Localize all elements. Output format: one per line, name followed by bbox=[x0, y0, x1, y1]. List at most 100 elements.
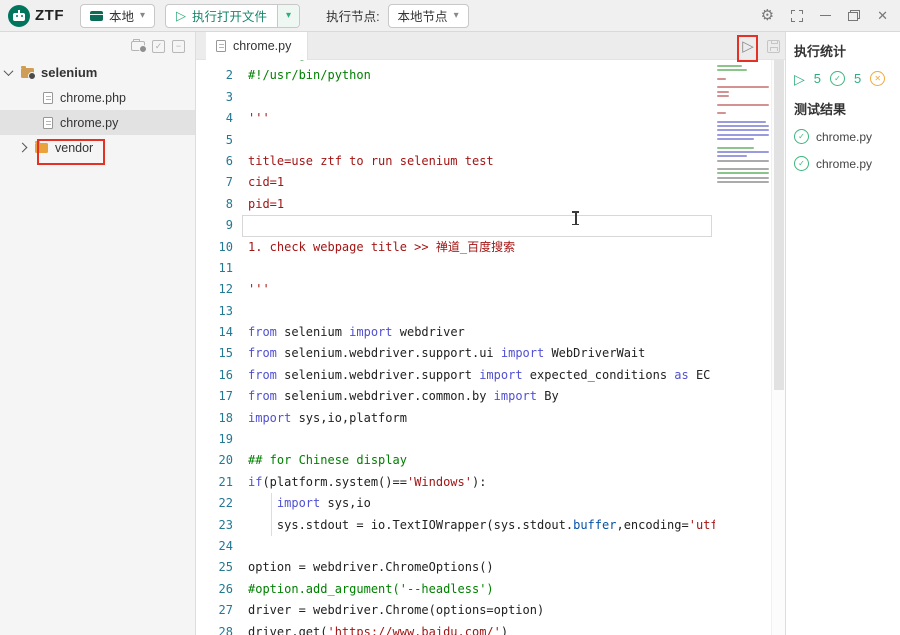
app-logo: ZTF bbox=[8, 5, 64, 27]
run-current-file-button[interactable]: ▷ bbox=[739, 39, 757, 54]
minimap-line bbox=[717, 78, 726, 80]
code-line-6[interactable]: 6title=use ztf to run selenium test bbox=[196, 151, 785, 172]
code-line-9[interactable]: 9 bbox=[196, 215, 785, 236]
code-line-5[interactable]: 5 bbox=[196, 130, 785, 151]
run-count-icon: ▷ bbox=[794, 72, 805, 86]
robot-icon bbox=[8, 5, 30, 27]
line-number: 24 bbox=[196, 536, 233, 557]
minimap-line bbox=[717, 129, 769, 131]
line-number: 20 bbox=[196, 450, 233, 471]
chevron-down-icon: ▾ bbox=[286, 11, 291, 21]
exec-node-label: 执行节点: bbox=[326, 6, 379, 25]
line-number: 10 bbox=[196, 237, 233, 258]
check-square-icon[interactable]: ✓ bbox=[152, 40, 165, 53]
code-line-22[interactable]: 22 import sys,io bbox=[196, 493, 785, 514]
line-number: 28 bbox=[196, 622, 233, 635]
run-open-file-main[interactable]: ▷ 执行打开文件 bbox=[166, 5, 277, 27]
line-number: 4 bbox=[196, 108, 233, 129]
chevron-right-icon[interactable] bbox=[18, 143, 28, 153]
line-number: 25 bbox=[196, 557, 233, 578]
pass-count: 5 bbox=[854, 71, 861, 86]
tab-chrome-py[interactable]: chrome.py bbox=[206, 32, 308, 60]
folder-icon bbox=[21, 68, 34, 78]
node-dropdown[interactable]: 本地节点 ▾ bbox=[388, 4, 469, 28]
minimap-line bbox=[717, 86, 769, 88]
sidebar: ✓ − seleniumchrome.phpchrome.pyvendor bbox=[0, 32, 196, 635]
minimap-line bbox=[717, 104, 769, 106]
minimize-icon[interactable] bbox=[820, 15, 831, 17]
result-item[interactable]: ✓chrome.py bbox=[794, 156, 900, 171]
line-content: title=use ztf to run selenium test bbox=[248, 151, 494, 172]
sidebar-toolbar: ✓ − bbox=[0, 32, 195, 60]
line-content: sys.stdout = io.TextIOWrapper(sys.stdout… bbox=[248, 515, 739, 536]
workspace-box-icon bbox=[90, 11, 103, 21]
code-line-12[interactable]: 12''' bbox=[196, 279, 785, 300]
code-line-16[interactable]: 16from selenium.webdriver.support import… bbox=[196, 365, 785, 386]
code-line-25[interactable]: 25option = webdriver.ChromeOptions() bbox=[196, 557, 785, 578]
scrollbar-thumb[interactable] bbox=[774, 60, 784, 390]
results-title: 测试结果 bbox=[794, 99, 900, 118]
line-content: 1. check webpage title >> 禅道_百度搜索 bbox=[248, 237, 515, 258]
minimap-line bbox=[717, 74, 769, 76]
result-label: chrome.py bbox=[816, 130, 872, 144]
code-line-20[interactable]: 20## for Chinese display bbox=[196, 450, 785, 471]
chevron-down-icon: ▾ bbox=[454, 11, 459, 21]
minimap-line bbox=[717, 99, 769, 101]
code-line-19[interactable]: 19 bbox=[196, 429, 785, 450]
code-line-24[interactable]: 24 bbox=[196, 536, 785, 557]
stats-row: ▷ 5 ✓ 5 ✕ bbox=[794, 71, 900, 86]
settings-gear-icon[interactable]: ⚙ bbox=[761, 8, 774, 23]
fail-count-icon: ✕ bbox=[870, 71, 885, 86]
code-line-3[interactable]: 3 bbox=[196, 87, 785, 108]
run-options-dropdown[interactable]: ▾ bbox=[277, 5, 299, 27]
save-icon[interactable] bbox=[767, 40, 780, 53]
code-line-14[interactable]: 14from selenium import webdriver bbox=[196, 322, 785, 343]
collapse-all-icon[interactable]: − bbox=[172, 40, 185, 53]
minimap-line bbox=[717, 125, 769, 127]
workdir-settings-icon[interactable] bbox=[131, 41, 145, 51]
tree-item-chrome-php[interactable]: chrome.php bbox=[0, 85, 195, 110]
fullscreen-icon[interactable] bbox=[791, 10, 803, 22]
minimap-line bbox=[717, 177, 769, 179]
minimap-line bbox=[717, 117, 769, 119]
tree-item-vendor[interactable]: vendor bbox=[0, 135, 195, 160]
minimap[interactable] bbox=[715, 60, 771, 635]
run-open-file-button[interactable]: ▷ 执行打开文件 ▾ bbox=[165, 4, 300, 28]
code-line-7[interactable]: 7cid=1 bbox=[196, 172, 785, 193]
code-line-15[interactable]: 15from selenium.webdriver.support.ui imp… bbox=[196, 343, 785, 364]
titlebar: ZTF 本地 ▾ ▷ 执行打开文件 ▾ 执行节点: 本地节点 ▾ ⚙ ✕ bbox=[0, 0, 900, 32]
line-content: from selenium.webdriver.support.ui impor… bbox=[248, 343, 645, 364]
pass-count-icon: ✓ bbox=[830, 71, 845, 86]
minimap-line bbox=[717, 112, 726, 114]
code-line-23[interactable]: 23 sys.stdout = io.TextIOWrapper(sys.std… bbox=[196, 515, 785, 536]
code-line-28[interactable]: 28driver.get('https://www.baidu.com/') bbox=[196, 622, 785, 635]
code-line-26[interactable]: 26#option.add_argument('--headless') bbox=[196, 579, 785, 600]
minimap-line bbox=[717, 108, 769, 110]
code-line-10[interactable]: 10 1. check webpage title >> 禅道_百度搜索 bbox=[196, 237, 785, 258]
editor-scrollbar[interactable] bbox=[771, 60, 785, 635]
code-line-11[interactable]: 11 bbox=[196, 258, 785, 279]
result-item[interactable]: ✓chrome.py bbox=[794, 129, 900, 144]
restore-icon[interactable] bbox=[848, 10, 860, 21]
line-number: 27 bbox=[196, 600, 233, 621]
minimap-line bbox=[717, 151, 769, 153]
code-line-13[interactable]: 13 bbox=[196, 301, 785, 322]
code-line-2[interactable]: 2#!/usr/bin/python bbox=[196, 65, 785, 86]
ztf-app-window: ZTF 本地 ▾ ▷ 执行打开文件 ▾ 执行节点: 本地节点 ▾ ⚙ ✕ bbox=[0, 0, 900, 635]
tree-item-selenium[interactable]: selenium bbox=[0, 60, 195, 85]
workspace-dropdown[interactable]: 本地 ▾ bbox=[80, 4, 155, 28]
line-content: ''' bbox=[248, 108, 270, 129]
code-line-18[interactable]: 18import sys,io,platform bbox=[196, 408, 785, 429]
tree-item-chrome-py[interactable]: chrome.py bbox=[0, 110, 195, 135]
code-line-21[interactable]: 21if(platform.system()=='Windows'): bbox=[196, 472, 785, 493]
chevron-down-icon[interactable] bbox=[4, 66, 14, 76]
code-line-17[interactable]: 17from selenium.webdriver.common.by impo… bbox=[196, 386, 785, 407]
line-number: 18 bbox=[196, 408, 233, 429]
close-icon[interactable]: ✕ bbox=[877, 9, 888, 22]
code-line-27[interactable]: 27driver = webdriver.Chrome(options=opti… bbox=[196, 600, 785, 621]
result-label: chrome.py bbox=[816, 157, 872, 171]
code-area[interactable]: 1# coding=utf-82#!/usr/bin/python34'''56… bbox=[196, 60, 785, 635]
code-line-4[interactable]: 4 ''' bbox=[196, 108, 785, 129]
code-line-8[interactable]: 8pid=1 bbox=[196, 194, 785, 215]
minimap-line bbox=[717, 160, 769, 162]
